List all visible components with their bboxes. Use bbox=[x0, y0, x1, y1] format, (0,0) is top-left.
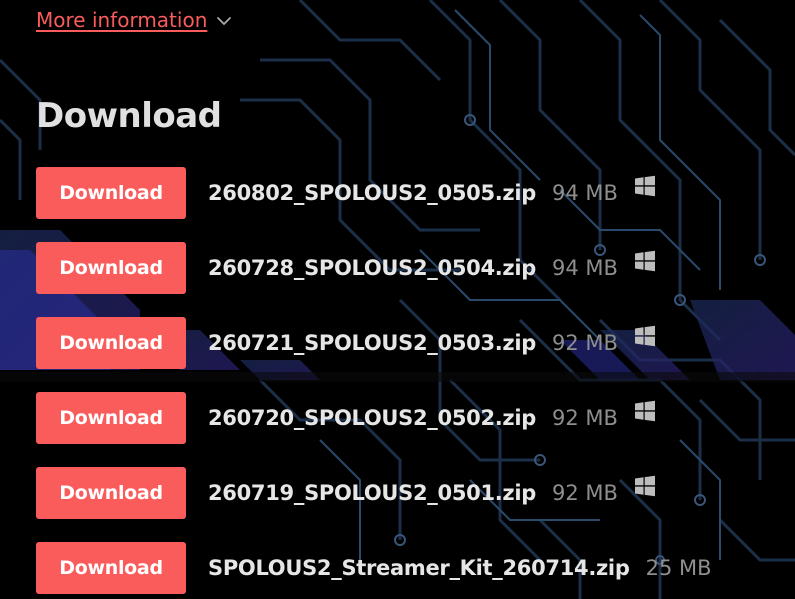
windows-icon bbox=[634, 400, 655, 422]
windows-icon bbox=[634, 325, 655, 347]
file-size: 92 MB bbox=[552, 406, 618, 430]
download-row: Download 260802_SPOLOUS2_0505.zip 94 MB bbox=[36, 167, 656, 219]
download-button[interactable]: Download bbox=[36, 542, 186, 594]
windows-icon bbox=[634, 475, 655, 497]
download-row: Download 260720_SPOLOUS2_0502.zip 92 MB bbox=[36, 392, 656, 444]
download-row: Download 260719_SPOLOUS2_0501.zip 92 MB bbox=[36, 467, 656, 519]
file-name: 260721_SPOLOUS2_0503.zip bbox=[208, 331, 536, 355]
download-row: Download SPOLOUS2_Streamer_Kit_260714.zi… bbox=[36, 542, 712, 594]
download-row: Download 260728_SPOLOUS2_0504.zip 94 MB bbox=[36, 242, 656, 294]
download-button[interactable]: Download bbox=[36, 242, 186, 294]
download-button[interactable]: Download bbox=[36, 467, 186, 519]
windows-icon bbox=[634, 250, 655, 272]
download-section-title: Download bbox=[36, 96, 222, 136]
file-name: SPOLOUS2_Streamer_Kit_260714.zip bbox=[208, 556, 630, 580]
page: More information Download Download 26080… bbox=[0, 0, 795, 599]
chevron-down-icon bbox=[217, 17, 232, 25]
more-information-toggle[interactable]: More information bbox=[36, 8, 232, 32]
more-information-link[interactable]: More information bbox=[36, 8, 207, 32]
file-size: 94 MB bbox=[552, 256, 618, 280]
file-name: 260728_SPOLOUS2_0504.zip bbox=[208, 256, 536, 280]
windows-icon bbox=[634, 175, 655, 197]
download-button[interactable]: Download bbox=[36, 392, 186, 444]
file-name: 260802_SPOLOUS2_0505.zip bbox=[208, 181, 536, 205]
file-size: 25 MB bbox=[645, 556, 712, 580]
file-name: 260720_SPOLOUS2_0502.zip bbox=[208, 406, 536, 430]
download-button[interactable]: Download bbox=[36, 167, 186, 219]
file-size: 94 MB bbox=[552, 181, 618, 205]
download-row: Download 260721_SPOLOUS2_0503.zip 92 MB bbox=[36, 317, 656, 369]
download-button[interactable]: Download bbox=[36, 317, 186, 369]
file-size: 92 MB bbox=[552, 331, 618, 355]
file-name: 260719_SPOLOUS2_0501.zip bbox=[208, 481, 536, 505]
file-size: 92 MB bbox=[552, 481, 618, 505]
